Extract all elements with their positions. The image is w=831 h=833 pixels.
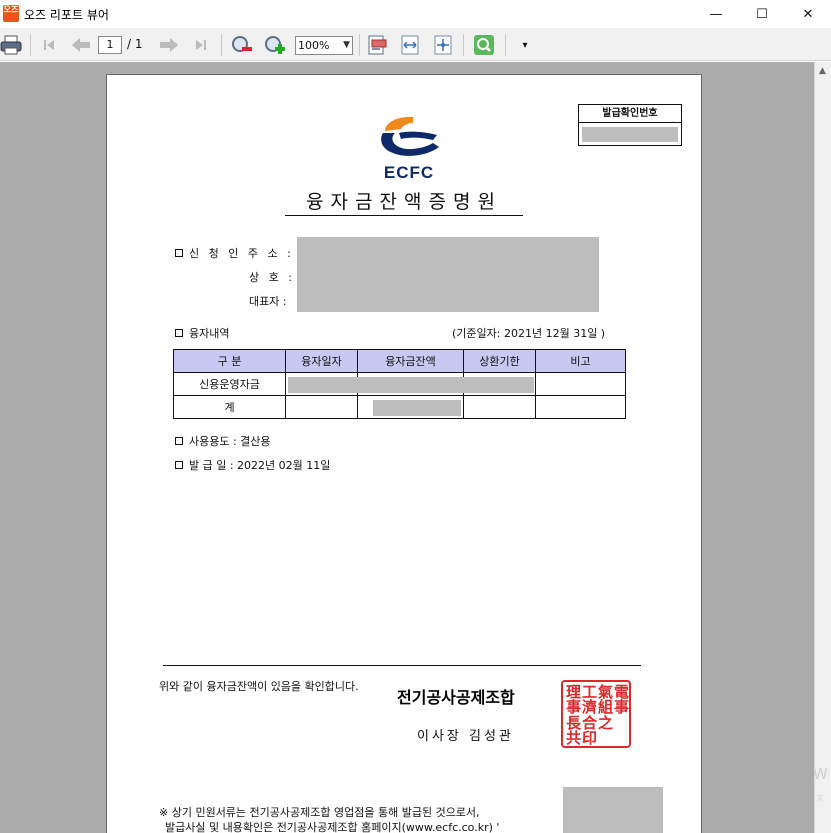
toolbar: 1 / 1 100% ▼ ▾ — [0, 28, 831, 61]
prev-page-button[interactable] — [68, 33, 94, 57]
checkbox-bullet — [175, 437, 183, 445]
footer-divider — [163, 665, 641, 666]
table-cell — [535, 395, 626, 419]
loan-total-redacted — [373, 400, 461, 416]
checkbox-bullet — [175, 329, 183, 337]
fit-width-button[interactable] — [397, 33, 423, 57]
watermark-fragment-2: ㅈ — [815, 792, 826, 805]
scroll-up-icon[interactable]: ▲ — [819, 66, 826, 76]
maximize-button[interactable]: ☐ — [739, 0, 785, 28]
zoom-out-button[interactable] — [229, 33, 255, 57]
table-header: 융자금잔액 — [357, 349, 464, 373]
organization-name: 전기공사공제조합 — [397, 688, 515, 707]
zoom-out-icon — [232, 36, 252, 52]
ceo-label: 대표자 : — [249, 295, 287, 308]
page-view-icon — [368, 35, 387, 55]
loan-row-redacted — [288, 377, 534, 393]
table-cell — [285, 395, 358, 419]
table-header: 상환기한 — [463, 349, 536, 373]
search-icon — [474, 35, 494, 55]
document-title: 융자금잔액증명원 — [306, 191, 502, 213]
last-page-icon — [196, 40, 206, 50]
page-view-button[interactable] — [364, 33, 390, 57]
app-icon: 오즈 — [3, 5, 19, 22]
base-date-label: (기준일자: 2021년 12월 31일 ) — [452, 327, 606, 340]
issue-number-label: 발급확인번호 — [579, 105, 681, 123]
vertical-scrollbar[interactable]: ▲ — [814, 62, 831, 833]
zoom-in-icon — [265, 36, 285, 54]
minimize-button[interactable]: — — [693, 0, 739, 28]
close-button[interactable]: ✕ — [785, 0, 831, 28]
table-cell: 신용운영자금 — [173, 372, 286, 396]
watermark-fragment: W — [813, 765, 828, 783]
logo-text: ECFC — [383, 163, 435, 182]
checkbox-bullet — [175, 461, 183, 469]
printer-icon — [0, 35, 22, 55]
title-bar: 오즈 오즈 리포트 뷰어 — ☐ ✕ — [0, 0, 831, 28]
page-number-input[interactable]: 1 — [98, 36, 122, 54]
usage-label: 사용용도 : 결산용 — [175, 433, 271, 449]
print-button[interactable] — [0, 33, 24, 57]
more-options-button[interactable]: ▾ — [515, 33, 535, 57]
checkbox-bullet — [175, 249, 183, 257]
table-cell — [535, 372, 626, 396]
table-cell: 계 — [173, 395, 286, 419]
fit-page-icon — [434, 35, 452, 55]
last-page-button[interactable] — [190, 33, 212, 57]
zoom-select[interactable]: 100% ▼ — [295, 36, 353, 55]
first-page-button[interactable] — [38, 33, 60, 57]
applicant-info-redacted — [297, 237, 599, 312]
zoom-in-button[interactable] — [262, 33, 288, 57]
report-page: 발급확인번호 ECFC 융자금잔액증명원 신 청 인 주 소 : 상 호 : 대… — [106, 74, 702, 833]
next-page-icon — [160, 38, 178, 52]
official-seal-icon: 理 事 長 共 工 濟 合 印 氣 組 之 電 事 — [561, 680, 631, 748]
footnote-line: ※ 상기 민원서류는 전기공사공제조합 영업점을 통해 발급된 것으로서, — [159, 806, 480, 819]
ecfc-logo-icon — [381, 116, 439, 156]
company-label: 상 호 : — [249, 271, 295, 284]
table-cell — [463, 395, 536, 419]
prev-page-icon — [72, 38, 90, 52]
fit-width-icon — [401, 35, 419, 55]
footnote-line: 발급사실 및 내용확인은 전기공사공제조합 홈페이지(www.ecfc.co.k… — [165, 821, 500, 833]
issue-date-label: 발 급 일 : 2022년 02월 11일 — [175, 457, 330, 473]
table-header: 구 분 — [173, 349, 286, 373]
page-total: / 1 — [127, 37, 143, 51]
window-title: 오즈 리포트 뷰어 — [24, 8, 109, 22]
issue-number-redacted — [582, 127, 678, 142]
applicant-address-label: 신 청 인 주 소 : — [175, 245, 294, 261]
next-page-button[interactable] — [156, 33, 182, 57]
issue-number-box: 발급확인번호 — [578, 104, 682, 146]
confirmation-text: 위와 같이 융자금잔액이 있음을 확인합니다. — [159, 680, 359, 693]
fit-page-button[interactable] — [430, 33, 456, 57]
qr-code-redacted — [563, 787, 663, 833]
table-header: 융자일자 — [285, 349, 358, 373]
table-header-row: 구 분 융자일자 융자금잔액 상환기한 비고 — [173, 349, 626, 373]
chevron-down-icon: ▼ — [343, 40, 350, 50]
search-button[interactable] — [471, 33, 497, 57]
table-header: 비고 — [535, 349, 626, 373]
footnote: ※ 상기 민원서류는 전기공사공제조합 영업점을 통해 발급된 것으로서, 발급… — [159, 805, 499, 833]
title-underline — [285, 215, 523, 216]
loan-details-label: 융자내역 — [175, 325, 229, 341]
first-page-icon — [44, 40, 54, 50]
ceo-signature: 이사장 김성관 — [417, 729, 514, 744]
